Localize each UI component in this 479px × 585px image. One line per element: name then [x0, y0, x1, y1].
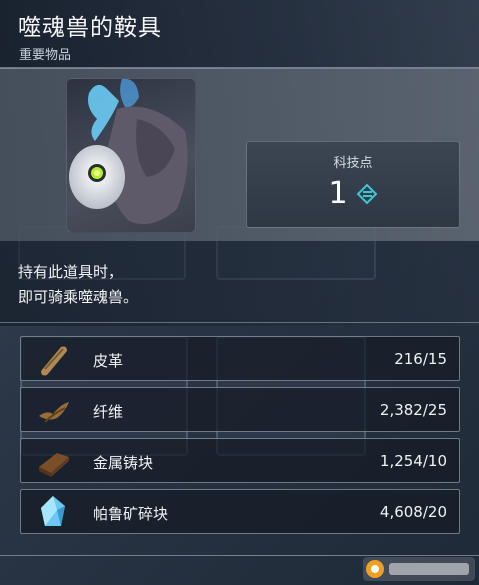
material-name: 纤维: [93, 403, 124, 421]
material-name: 帕鲁矿碎块: [93, 505, 169, 523]
material-count: 2,382/25: [379, 401, 447, 419]
material-name: 皮革: [93, 352, 124, 370]
tech-points-label: 科技点: [333, 156, 373, 171]
material-count: 216/15: [394, 350, 447, 368]
tech-point-icon: [356, 183, 377, 204]
material-row-pal-ore: 帕鲁矿碎块 4,608/20: [20, 489, 460, 534]
tech-points-value: 1: [328, 176, 348, 211]
material-row-ingot: 金属铸块 1,254/10: [20, 438, 460, 483]
item-category: 重要物品: [19, 48, 72, 63]
watermark-logo: [363, 557, 475, 581]
ingot-icon: [39, 453, 69, 477]
tech-points-box: 科技点 1: [246, 141, 460, 228]
fiber-icon: [39, 402, 69, 423]
saddle-creature-image: [69, 79, 188, 225]
material-count: 4,608/20: [379, 503, 447, 521]
material-count: 1,254/10: [379, 452, 447, 470]
pal-ore-icon: [41, 496, 65, 526]
description-divider: [0, 322, 479, 323]
material-name: 金属铸块: [93, 454, 154, 472]
materials-list: 皮革 216/15 纤维 2,382/25 金属铸块 1,254/10 帕鲁矿碎…: [20, 336, 460, 540]
leather-icon: [41, 346, 67, 376]
material-row-fiber: 纤维 2,382/25: [20, 387, 460, 432]
item-title: 噬魂兽的鞍具: [18, 15, 162, 41]
material-row-leather: 皮革 216/15: [20, 336, 460, 381]
tech-points-value-row: 1: [247, 176, 459, 211]
item-description: 持有此道具时， 即可骑乘噬魂兽。: [18, 263, 139, 306]
item-image: [66, 78, 196, 233]
